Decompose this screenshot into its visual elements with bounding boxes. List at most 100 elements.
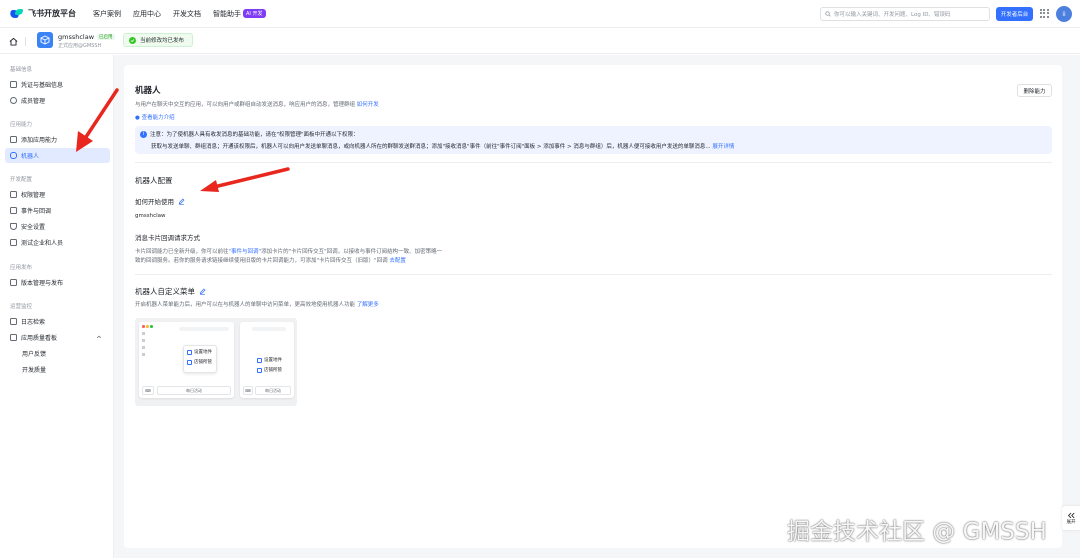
delete-capability-button[interactable]: 删除能力 [1017, 84, 1052, 97]
test-users-icon [10, 239, 17, 246]
nav-link-assistant-label: 智能助手 [213, 9, 241, 18]
app-subtitle: 正式应用@GMSSH [58, 43, 102, 49]
app-grid-icon[interactable] [1040, 9, 1049, 18]
page-title: 机器人 [135, 86, 161, 96]
view-intro-text: 查看能力介绍 [141, 115, 175, 121]
preview-keyboard-icon: ⌨ [142, 386, 154, 395]
sidebar-item-label: 凭证与基础信息 [21, 82, 64, 89]
custom-menu-desc: 开启机器人菜单能力后，用户可以在与机器人的单聊中访问菜单，更高效地使用机器人功能… [135, 300, 379, 308]
view-intro-link[interactable]: ● 查看能力介绍 [135, 113, 175, 121]
events-callbacks-link[interactable]: "事件与回调" [229, 249, 262, 255]
sidebar-item-events[interactable]: 事件与回调 [5, 203, 110, 218]
version-icon [10, 279, 17, 286]
sidebar-section-basic: 基础信息 [10, 67, 33, 73]
main-area: 机器人 与用户在聊天中交互的应用，可以向用户或群组自动发送消息，响应用户的消息，… [114, 55, 1080, 558]
sidebar-item-label: 事件与回调 [21, 208, 52, 215]
sidebar-item-members[interactable]: 成员管理 [5, 93, 110, 108]
permissions-icon [10, 191, 17, 198]
sidebar-item-test-users[interactable]: 测试企业和人员 [5, 235, 110, 250]
log-icon [10, 318, 17, 325]
how-to-start-text: 如何开始使用 [135, 198, 174, 206]
menu-preview-image: 设置地件 店铺所管 ⌨ 每日活动 设置地件 店铺所管 ⌨ 每日活动 [135, 318, 297, 406]
preview-menu-item: 设置地件 [257, 357, 285, 363]
section-divider [135, 162, 1052, 163]
sidebar-item-dev-quality[interactable]: 开发质量 [5, 362, 110, 377]
permission-notice: i 注意：为了使机器人具有收发消息的基础功能，请在"权限管理"面板中开通以下权限：… [135, 126, 1052, 154]
sidebar-item-label: 安全设置 [21, 224, 46, 231]
notice-line-1: 注意：为了使机器人具有收发消息的基础功能，请在"权限管理"面板中开通以下权限： [150, 132, 359, 138]
preview-menu-popup-mobile: 设置地件 店铺所管 [254, 354, 288, 376]
platform-logo[interactable]: 飞书开放平台 [8, 8, 76, 19]
chevron-up-icon [96, 335, 102, 339]
collapse-panel-button[interactable]: 展开 [1062, 506, 1080, 530]
search-input[interactable]: 你可以输入关键词、开发问题、Log ID、错误码 [820, 7, 990, 21]
sidebar-item-label: 版本管理与发布 [21, 280, 64, 287]
watermark-text: 掘金技术社区 @ GMSSH [787, 519, 1047, 545]
page-description-text: 与用户在聊天中交互的应用，可以向用户或群组自动发送消息，响应用户的消息，管理群组 [135, 102, 356, 108]
sidebar-item-bot[interactable]: 机器人 [5, 148, 110, 163]
home-icon[interactable] [9, 37, 18, 46]
sidebar-item-quality-dashboard[interactable]: 应用质量看板 [5, 330, 110, 345]
feishu-logo-icon [8, 8, 24, 19]
notice-line-2: 获取与发送单聊、群组消息；开通该权限后，机器人可以向用户发送单聊消息，或向机器人… [151, 142, 734, 150]
sidebar-item-label: 权限管理 [21, 192, 46, 199]
sidebar-item-label: 机器人 [21, 153, 40, 160]
ai-badge: AI 开发 [243, 8, 266, 18]
card-callback-desc-1a: 卡片回调能力已全新升级，你可以前往 [135, 249, 229, 255]
nav-link-cases[interactable]: 客户案例 [93, 9, 121, 19]
shield-icon [10, 223, 17, 230]
card-callback-title: 消息卡片回调请求方式 [135, 234, 200, 242]
expand-details-link[interactable]: 展开详情 [712, 144, 734, 150]
sidebar-item-security[interactable]: 安全设置 [5, 219, 110, 234]
sidebar: 基础信息 凭证与基础信息 成员管理 应用能力 添加应用能力 机器人 开发配置 权… [0, 55, 114, 558]
bot-settings-card: 机器人 与用户在聊天中交互的应用，可以向用户或群组自动发送消息，响应用户的消息，… [124, 65, 1062, 548]
app-header-bar: gmsshclaw 已启用 正式应用@GMSSH 当前修改均已发布 [0, 28, 1080, 54]
learn-more-link[interactable]: 了解更多 [357, 302, 379, 308]
sidebar-section-release: 应用发布 [10, 265, 33, 271]
check-circle-icon [129, 36, 136, 44]
credentials-icon [10, 81, 17, 88]
how-to-start-label: 如何开始使用 [135, 196, 185, 206]
user-avatar[interactable]: ii [1056, 6, 1072, 22]
sidebar-item-credentials[interactable]: 凭证与基础信息 [5, 77, 110, 92]
collapse-label: 展开 [1066, 519, 1076, 525]
sidebar-section-capabilities: 应用能力 [10, 122, 33, 128]
sidebar-item-add-capability[interactable]: 添加应用能力 [5, 132, 110, 147]
preview-menu-bar-mobile: 每日活动 [255, 386, 291, 395]
sidebar-item-label: 日志检索 [21, 319, 46, 326]
bot-name-value: gmsshclaw [135, 213, 166, 219]
sidebar-item-logs[interactable]: 日志检索 [5, 314, 110, 329]
logo-text: 飞书开放平台 [28, 9, 76, 18]
go-configure-link[interactable]: 去配置 [389, 258, 406, 264]
preview-menu-bar: 每日活动 [157, 386, 231, 395]
sidebar-item-label: 成员管理 [21, 98, 46, 105]
preview-menu-item: 店铺所管 [257, 367, 285, 373]
edit-pencil-icon[interactable] [199, 288, 206, 295]
sidebar-item-permissions[interactable]: 权限管理 [5, 187, 110, 202]
preview-menu-popup: 设置地件 店铺所管 [183, 345, 217, 373]
custom-menu-desc-text: 开启机器人菜单能力后，用户可以在与机器人的单聊中访问菜单，更高效地使用机器人功能 [135, 302, 356, 308]
edit-pencil-icon[interactable] [178, 198, 185, 205]
card-callback-desc-2: 致的回调服务。若你的服务请求链接继续使用旧版的卡片回调能力，可添加"卡片回传交互… [135, 256, 406, 264]
card-callback-desc-1b: 添加卡片的"卡片回传交互"回调，以接收与事件订阅结构一致、加密策略一 [261, 249, 443, 255]
developer-console-button[interactable]: 开发者后台 [996, 7, 1033, 21]
nav-link-app-center[interactable]: 应用中心 [133, 9, 161, 19]
how-to-develop-link[interactable]: 如何开发 [357, 102, 379, 108]
search-placeholder: 你可以输入关键词、开发问题、Log ID、错误码 [834, 12, 951, 18]
app-name-text: gmsshclaw [58, 33, 95, 41]
notice-line-2-text: 获取与发送单聊、群组消息；开通该权限后，机器人可以向用户发送单聊消息，或向机器人… [151, 144, 713, 150]
page-description: 与用户在聊天中交互的应用，可以向用户或群组自动发送消息，响应用户的消息，管理群组… [135, 100, 379, 108]
preview-window-desktop: 设置地件 店铺所管 ⌨ 每日活动 [139, 322, 234, 398]
top-navbar: 飞书开放平台 客户案例 应用中心 开发文档 智能助手 AI 开发 你可以输入关键词… [0, 0, 1080, 28]
nav-link-docs[interactable]: 开发文档 [173, 9, 201, 19]
sidebar-item-user-feedback[interactable]: 用户反馈 [5, 346, 110, 361]
double-chevron-left-icon [1067, 512, 1075, 518]
nav-link-assistant[interactable]: 智能助手 AI 开发 [213, 8, 266, 19]
app-status-badge: 已启用 [97, 34, 115, 40]
search-icon [825, 11, 831, 17]
sidebar-item-versions[interactable]: 版本管理与发布 [5, 275, 110, 290]
bot-config-title: 机器人配置 [135, 176, 173, 185]
add-capability-icon [10, 136, 17, 143]
publish-status-badge: 当前修改均已发布 [123, 33, 193, 47]
sidebar-section-dev-config: 开发配置 [10, 177, 33, 183]
